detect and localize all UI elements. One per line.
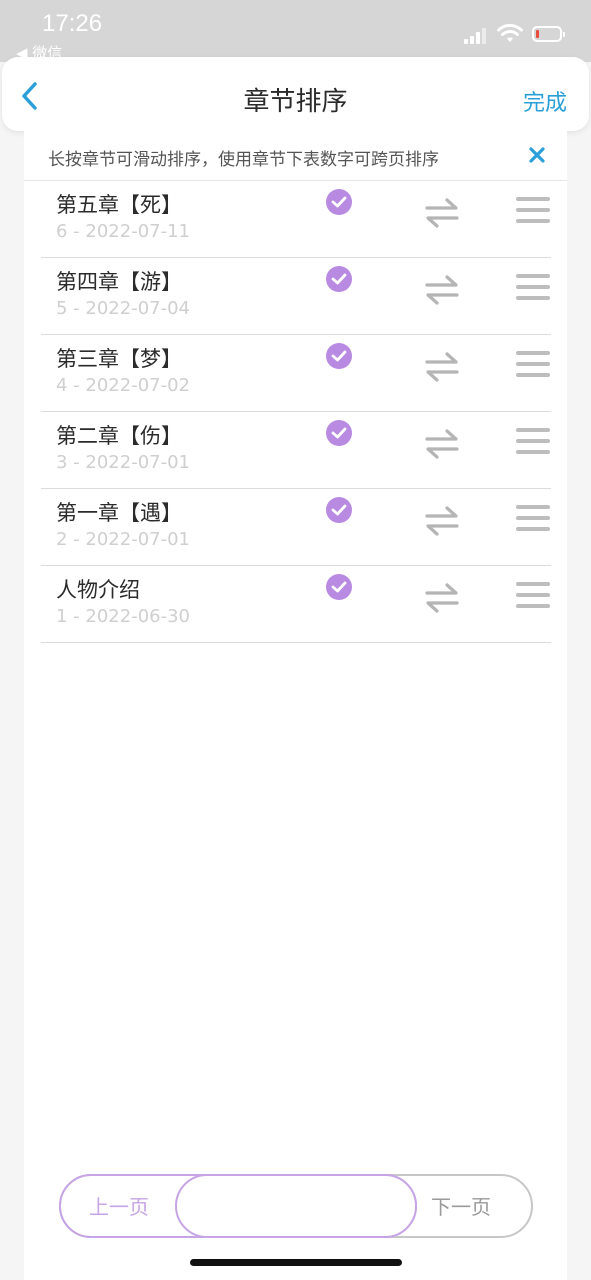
swap-arrows-icon[interactable] bbox=[425, 505, 459, 537]
swap-arrows-icon[interactable] bbox=[425, 351, 459, 383]
page-title: 章节排序 bbox=[243, 87, 348, 117]
status-time: 17:26 bbox=[42, 10, 103, 37]
next-page-button[interactable]: 下一页 bbox=[431, 1191, 491, 1220]
page-number-input[interactable] bbox=[175, 1174, 417, 1238]
done-button[interactable]: 完成 bbox=[523, 85, 567, 117]
wifi-icon bbox=[497, 24, 523, 42]
check-circle-icon[interactable] bbox=[326, 420, 352, 446]
signal-icon bbox=[464, 28, 486, 44]
chapter-row[interactable]: 第五章【死】 6 - 2022-07-11 bbox=[41, 181, 551, 258]
nav-bar: 章节排序 完成 bbox=[2, 57, 589, 131]
chapter-row[interactable]: 人物介绍 1 - 2022-06-30 bbox=[41, 566, 551, 643]
chapter-meta: 5 - 2022-07-04 bbox=[56, 298, 190, 319]
chapter-row[interactable]: 第三章【梦】 4 - 2022-07-02 bbox=[41, 335, 551, 412]
chapter-meta: 1 - 2022-06-30 bbox=[56, 606, 190, 627]
tip-text: 长按章节可滑动排序，使用章节下表数字可跨页排序 bbox=[48, 150, 439, 170]
swap-arrows-icon[interactable] bbox=[425, 428, 459, 460]
chapter-meta: 2 - 2022-07-01 bbox=[56, 529, 190, 550]
swap-arrows-icon[interactable] bbox=[425, 274, 459, 306]
chapter-row[interactable]: 第二章【伤】 3 - 2022-07-01 bbox=[41, 412, 551, 489]
check-circle-icon[interactable] bbox=[326, 574, 352, 600]
chapter-row[interactable]: 第四章【游】 5 - 2022-07-04 bbox=[41, 258, 551, 335]
chapter-meta: 6 - 2022-07-11 bbox=[56, 221, 190, 242]
swap-arrows-icon[interactable] bbox=[425, 197, 459, 229]
chapter-title: 第二章【伤】 bbox=[56, 424, 182, 448]
check-circle-icon[interactable] bbox=[326, 343, 352, 369]
chapter-list: 第五章【死】 6 - 2022-07-11 第四章【游】 5 - 2022-07… bbox=[41, 181, 551, 643]
battery-icon bbox=[532, 26, 565, 42]
chapter-meta: 3 - 2022-07-01 bbox=[56, 452, 190, 473]
pager: 上一页 下一页 bbox=[59, 1174, 533, 1238]
swap-arrows-icon[interactable] bbox=[425, 582, 459, 614]
prev-page-button[interactable]: 上一页 bbox=[89, 1191, 149, 1220]
check-circle-icon[interactable] bbox=[326, 266, 352, 292]
chapter-row[interactable]: 第一章【遇】 2 - 2022-07-01 bbox=[41, 489, 551, 566]
home-indicator bbox=[190, 1259, 402, 1266]
tip-banner: 长按章节可滑动排序，使用章节下表数字可跨页排序 bbox=[24, 131, 567, 181]
chapter-meta: 4 - 2022-07-02 bbox=[56, 375, 190, 396]
content-panel: 长按章节可滑动排序，使用章节下表数字可跨页排序 第五章【死】 6 - 2022-… bbox=[24, 131, 567, 1280]
chapter-title: 第三章【梦】 bbox=[56, 347, 182, 371]
chapter-title: 第四章【游】 bbox=[56, 270, 182, 294]
check-circle-icon[interactable] bbox=[326, 189, 352, 215]
close-icon[interactable] bbox=[529, 147, 545, 163]
chapter-title: 第一章【遇】 bbox=[56, 501, 182, 525]
chapter-title: 第五章【死】 bbox=[56, 193, 182, 217]
status-bar: 17:26 ◀ 微信 bbox=[0, 0, 591, 62]
chapter-title: 人物介绍 bbox=[56, 578, 140, 602]
check-circle-icon[interactable] bbox=[326, 497, 352, 523]
